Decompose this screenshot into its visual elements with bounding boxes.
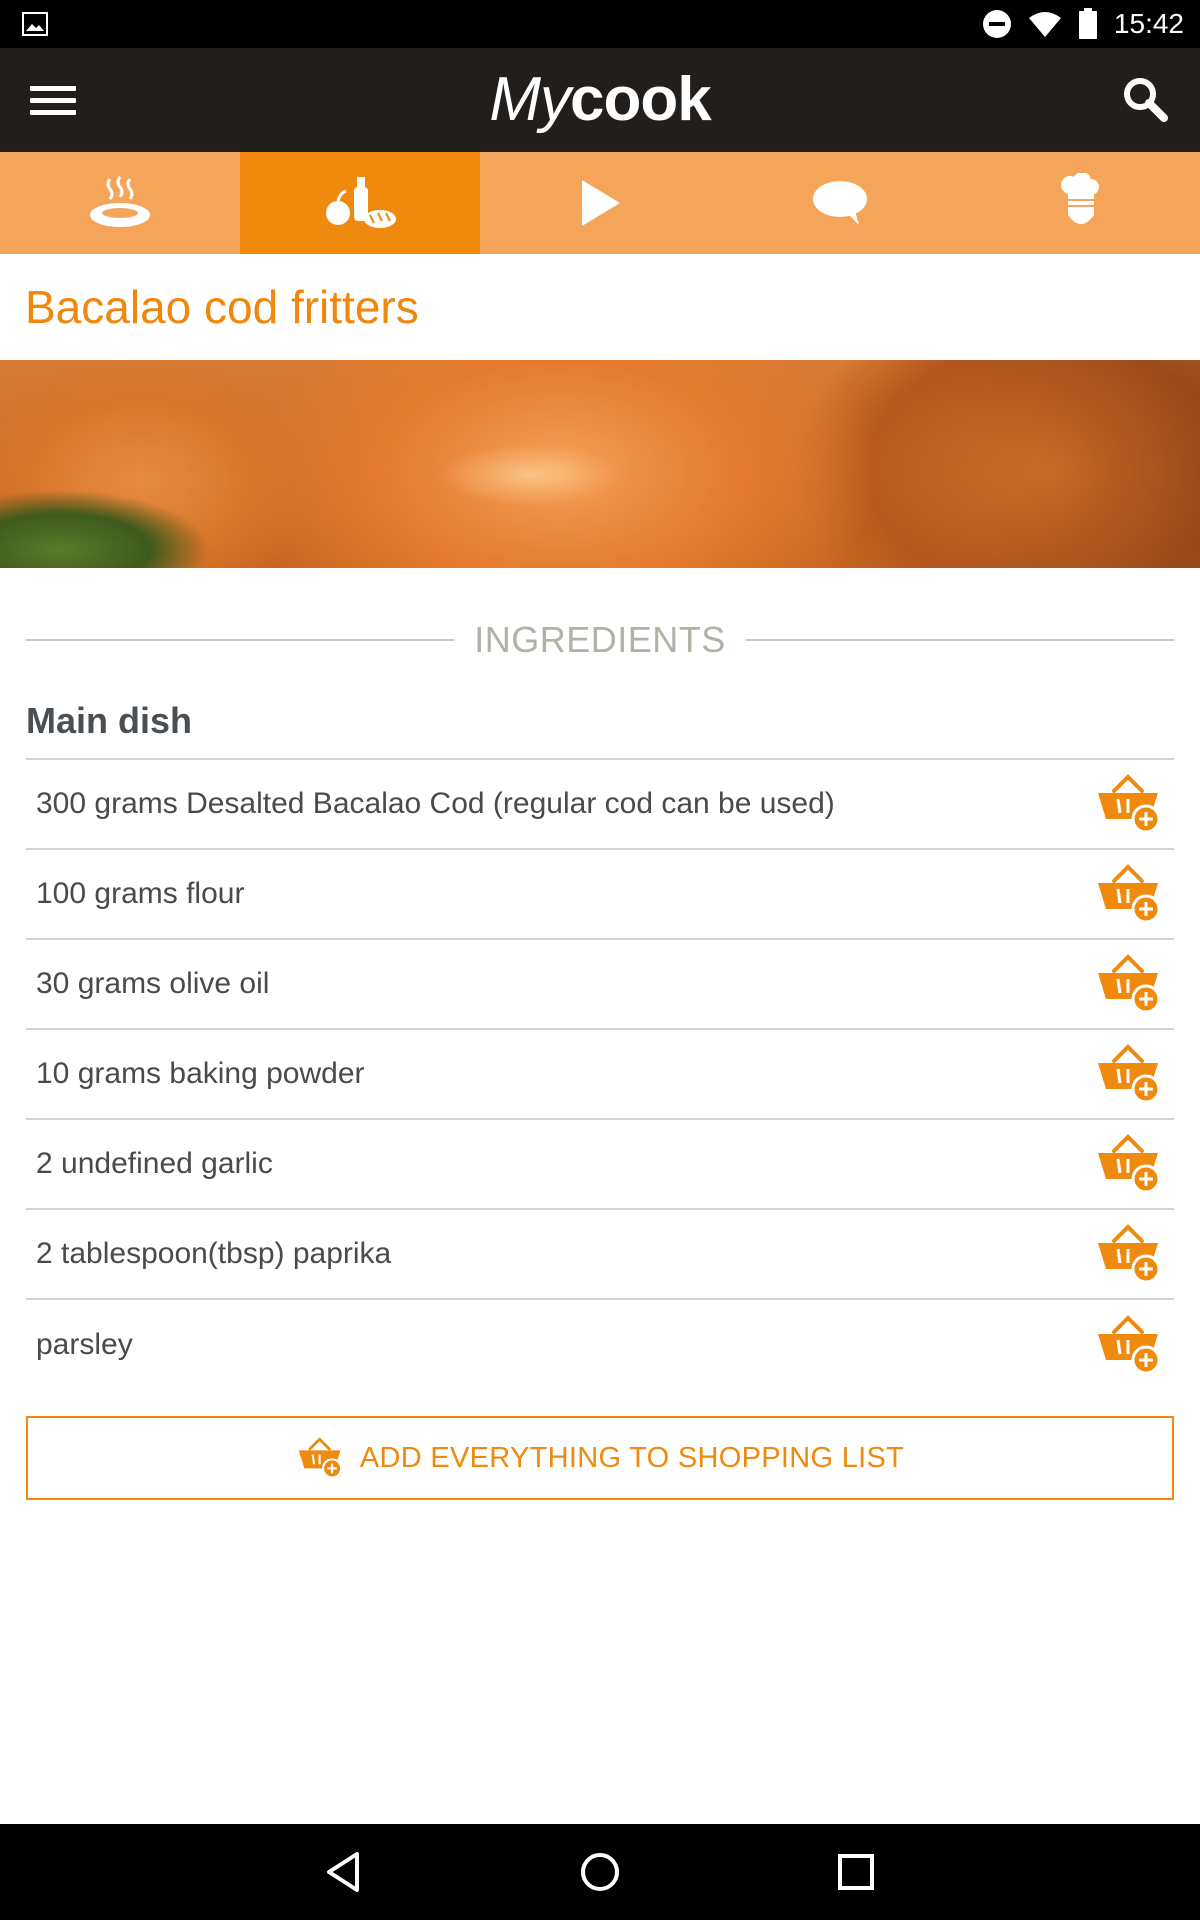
add-to-basket-icon[interactable] bbox=[1094, 1043, 1166, 1105]
home-icon[interactable] bbox=[570, 1842, 630, 1902]
wifi-icon bbox=[1028, 12, 1061, 37]
steaming-dish-icon bbox=[90, 176, 150, 227]
chef-hat-icon bbox=[1061, 173, 1099, 224]
divider bbox=[745, 639, 1174, 641]
ingredient-row: 2 undefined garlic bbox=[26, 1120, 1174, 1210]
recipe-title: Bacalao cod fritters bbox=[25, 281, 419, 333]
ingredient-text: 30 grams olive oil bbox=[36, 967, 270, 1000]
recipe-tab-bar bbox=[0, 152, 1200, 254]
tab-recipe[interactable] bbox=[0, 152, 240, 254]
tab-ingredients[interactable] bbox=[240, 152, 480, 254]
ingredient-text: 100 grams flour bbox=[36, 877, 245, 910]
ingredient-row: 30 grams olive oil bbox=[26, 940, 1174, 1030]
tab-chef[interactable] bbox=[960, 152, 1200, 254]
ingredient-row: 300 grams Desalted Bacalao Cod (regular … bbox=[26, 760, 1174, 850]
ingredient-text: 2 tablespoon(tbsp) paprika bbox=[36, 1237, 392, 1270]
logo-my: My bbox=[489, 65, 571, 134]
search-icon[interactable] bbox=[1116, 70, 1176, 130]
ingredient-text: 2 undefined garlic bbox=[36, 1147, 273, 1180]
app-bar: Mycook bbox=[0, 48, 1200, 152]
logo-cook: cook bbox=[569, 65, 712, 134]
system-nav-bar bbox=[0, 1824, 1200, 1920]
add-to-basket-icon[interactable] bbox=[1094, 1133, 1166, 1195]
ingredient-text: 10 grams baking powder bbox=[36, 1057, 365, 1090]
add-to-basket-icon bbox=[296, 1436, 346, 1480]
recipe-hero-image bbox=[0, 360, 1200, 568]
app-logo: Mycook bbox=[0, 62, 1200, 138]
add-all-label: ADD EVERYTHING TO SHOPPING LIST bbox=[359, 1441, 905, 1474]
tab-video[interactable] bbox=[480, 152, 720, 254]
ingredient-text: parsley bbox=[36, 1328, 133, 1361]
do-not-disturb-icon bbox=[982, 10, 1011, 38]
add-to-basket-icon[interactable] bbox=[1094, 1314, 1166, 1376]
status-time: 15:42 bbox=[1113, 8, 1184, 39]
add-to-basket-icon[interactable] bbox=[1094, 773, 1166, 835]
ingredient-group-title: Main dish bbox=[26, 700, 193, 741]
add-to-basket-icon[interactable] bbox=[1094, 953, 1166, 1015]
ingredients-heading-label: INGREDIENTS bbox=[474, 619, 726, 660]
play-icon bbox=[582, 180, 620, 226]
divider bbox=[26, 639, 455, 641]
ingredient-row: 10 grams baking powder bbox=[26, 1030, 1174, 1120]
comment-icon bbox=[813, 181, 867, 225]
status-bar: 15:42 bbox=[0, 0, 1200, 48]
battery-icon bbox=[1078, 8, 1097, 39]
ingredient-text: 300 grams Desalted Bacalao Cod (regular … bbox=[36, 787, 835, 820]
ingredients-icon bbox=[326, 177, 396, 228]
back-icon[interactable] bbox=[313, 1842, 373, 1902]
ingredient-row: 2 tablespoon(tbsp) paprika bbox=[26, 1210, 1174, 1300]
ingredient-row: 100 grams flour bbox=[26, 850, 1174, 940]
add-all-to-shopping-list-button[interactable]: ADD EVERYTHING TO SHOPPING LIST bbox=[26, 1416, 1174, 1500]
recents-icon[interactable] bbox=[826, 1842, 886, 1902]
ingredient-list: 300 grams Desalted Bacalao Cod (regular … bbox=[26, 758, 1174, 1390]
tab-comments[interactable] bbox=[720, 152, 960, 254]
ingredient-row: parsley bbox=[26, 1300, 1174, 1390]
ingredients-heading: INGREDIENTS bbox=[26, 610, 1174, 670]
add-to-basket-icon[interactable] bbox=[1094, 863, 1166, 925]
add-to-basket-icon[interactable] bbox=[1094, 1223, 1166, 1285]
gallery-icon bbox=[22, 12, 48, 36]
